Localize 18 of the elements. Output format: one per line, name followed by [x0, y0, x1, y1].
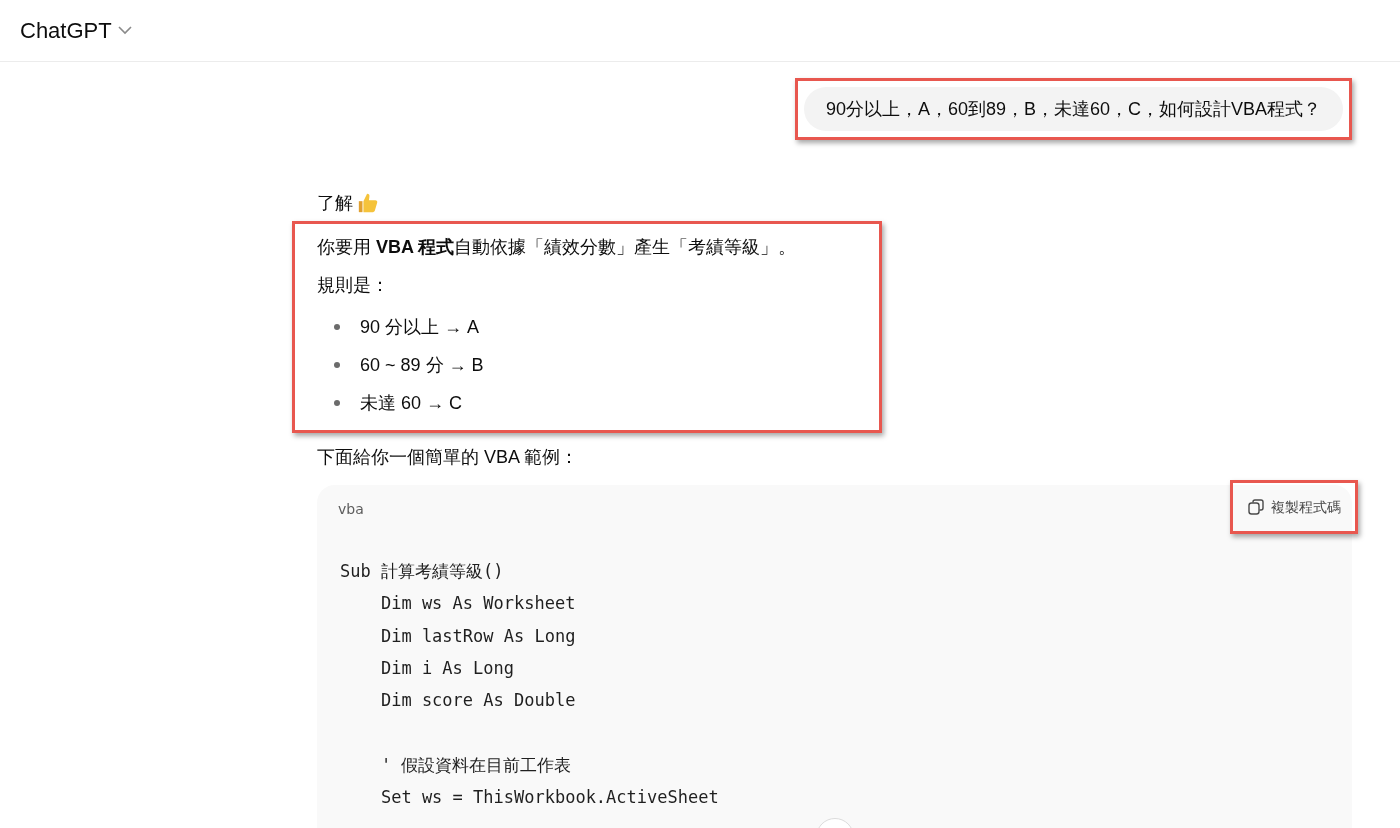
reply-text: 規則是： — [317, 274, 390, 297]
list-item-text: 60 ~ 89 分 → B — [360, 354, 484, 377]
reply-text: 了解 — [317, 192, 353, 215]
thumbs-up-icon — [357, 192, 379, 214]
model-selector[interactable]: ChatGPT — [20, 14, 132, 47]
code-language-label: vba — [338, 500, 364, 519]
copy-icon — [1247, 498, 1265, 516]
reply-text: 你要用 VBA 程式自動依據「績效分數」產生「考績等級」。 — [317, 236, 798, 259]
chevron-down-icon — [117, 26, 132, 35]
reply-text: 下面給你一個簡單的 VBA 範例： — [317, 446, 580, 469]
list-item-text: 未達 60 → C — [360, 392, 463, 415]
copy-code-button[interactable]: 複製程式碼 — [1247, 493, 1341, 521]
bullet-icon — [334, 324, 340, 330]
code-text: Sub 計算考績等級() Dim ws As Worksheet Dim lastRow As Long Dim i As Long Dim score As Double ' 假設資料在目前工作表 Set ws = ThisWorkbook.ActiveSheet — [339, 560, 720, 810]
list-item-text: 90 分以上 → A — [360, 316, 480, 339]
user-message-bubble: 90分以上，A，60到89，B，未達60，C，如何設計VBA程式？ — [803, 87, 1343, 131]
bullet-icon — [334, 362, 340, 368]
bullet-icon — [334, 400, 340, 406]
